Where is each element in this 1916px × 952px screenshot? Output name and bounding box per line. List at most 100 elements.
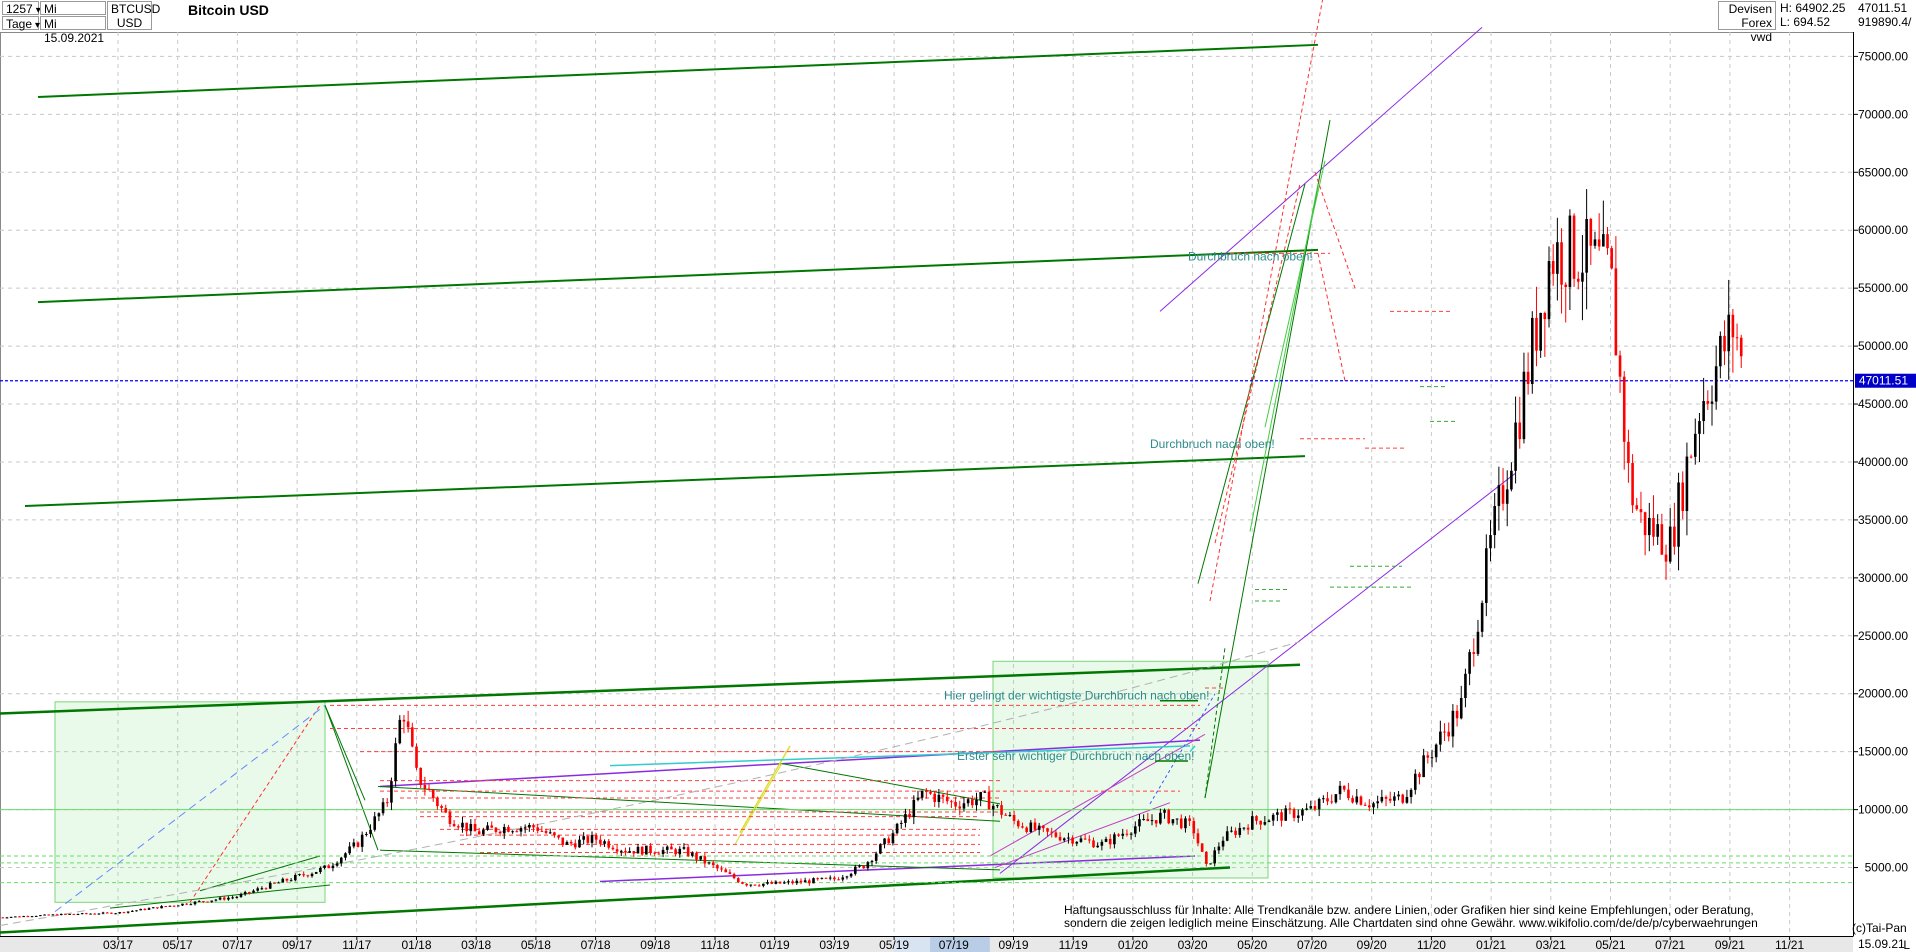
candle-body bbox=[728, 872, 732, 874]
candle-body bbox=[1150, 820, 1154, 822]
x-tick-label: 05/17 bbox=[163, 938, 193, 952]
candle-body bbox=[1125, 833, 1129, 835]
candle-body bbox=[971, 799, 974, 806]
candle-body bbox=[1413, 773, 1417, 790]
candle-body bbox=[181, 903, 184, 906]
candle-body bbox=[252, 890, 255, 893]
candle-body bbox=[649, 845, 652, 853]
candle-body bbox=[1643, 512, 1647, 536]
candle-body bbox=[749, 884, 753, 886]
candle-body bbox=[1255, 816, 1258, 821]
candle-body bbox=[1083, 838, 1087, 840]
candle-body bbox=[1121, 833, 1125, 836]
candle-body bbox=[85, 913, 88, 915]
x-tick-label: 09/21 bbox=[1715, 938, 1745, 952]
x-tick-label: 11/19 bbox=[1059, 938, 1088, 952]
candle-body bbox=[385, 802, 389, 804]
candle-body bbox=[193, 901, 197, 905]
candle-body bbox=[1075, 841, 1079, 844]
candle-body bbox=[126, 911, 130, 913]
y-tick-label: 45000.00 bbox=[1858, 397, 1908, 411]
candle-body bbox=[540, 830, 544, 832]
candle-body bbox=[1317, 798, 1321, 810]
candle-body bbox=[1447, 731, 1451, 737]
y-axis: 5000.00 10000.00 15000.00 20000.00 25000.00 3… bbox=[1853, 32, 1916, 936]
candle-body bbox=[803, 880, 807, 883]
candle-body bbox=[156, 907, 159, 909]
candle-body bbox=[795, 880, 799, 884]
candle-body bbox=[143, 908, 147, 910]
yellow-trend bbox=[739, 745, 791, 834]
candle-body bbox=[197, 901, 201, 903]
candle-body bbox=[624, 850, 627, 853]
candle-body bbox=[1016, 820, 1020, 827]
candle-body bbox=[1230, 830, 1233, 832]
candle-body bbox=[390, 781, 393, 803]
candle-body bbox=[1092, 840, 1095, 848]
x-tick-label: 01/18 bbox=[401, 938, 431, 952]
candle-body bbox=[1539, 312, 1542, 351]
candle-body bbox=[185, 903, 188, 905]
candle-body bbox=[110, 912, 113, 914]
candle-body bbox=[1200, 843, 1204, 852]
y-tick-label: 35000.00 bbox=[1858, 513, 1908, 527]
candle-body bbox=[820, 877, 824, 879]
candle-body bbox=[983, 791, 987, 793]
candle-body bbox=[941, 794, 945, 797]
candle-body bbox=[548, 832, 552, 834]
candle-body bbox=[1021, 826, 1024, 828]
candle-body bbox=[1338, 785, 1342, 795]
candle-body bbox=[486, 825, 489, 830]
candle-body bbox=[1221, 840, 1225, 847]
candle-body bbox=[536, 827, 539, 831]
candle-body bbox=[423, 784, 427, 789]
candle-body bbox=[59, 913, 63, 916]
x-tick-label: 07/21 bbox=[1655, 938, 1685, 952]
candle-body bbox=[707, 862, 711, 864]
candle-body bbox=[895, 823, 899, 834]
candle-body bbox=[431, 790, 435, 799]
candle-body bbox=[808, 880, 811, 884]
y-tick-label: 50000.00 bbox=[1858, 339, 1908, 353]
candle-body bbox=[762, 883, 765, 886]
x-tick-label: 03/19 bbox=[819, 938, 849, 952]
candle-body bbox=[260, 888, 264, 890]
candle-body bbox=[1472, 652, 1476, 654]
x-tick-label: 11/21 bbox=[1775, 938, 1804, 952]
candle-body bbox=[866, 862, 870, 869]
candle-body bbox=[427, 788, 431, 791]
candle-body bbox=[214, 899, 218, 901]
candle-body bbox=[1606, 234, 1609, 249]
candle-body bbox=[1146, 819, 1150, 822]
candle-body bbox=[757, 885, 761, 887]
candle-body bbox=[1050, 831, 1054, 833]
candle-body bbox=[1677, 482, 1680, 547]
x-tick-label: 01/21 bbox=[1476, 938, 1506, 952]
candle-body bbox=[239, 894, 243, 897]
candle-body bbox=[1117, 834, 1120, 836]
candle-body bbox=[1142, 819, 1145, 821]
candle-body bbox=[828, 877, 832, 879]
candle-body bbox=[1305, 808, 1308, 810]
candle-body bbox=[950, 801, 953, 803]
candle-body bbox=[724, 869, 728, 873]
candle-body bbox=[599, 839, 602, 844]
price-chart[interactable]: 5000.00 10000.00 15000.00 20000.00 25000.00 3… bbox=[0, 0, 1916, 952]
candle-body bbox=[816, 878, 819, 880]
candle-body bbox=[853, 866, 857, 874]
candle-body bbox=[1234, 830, 1237, 835]
y-tick-label: 40000.00 bbox=[1858, 455, 1908, 469]
candle-body bbox=[327, 865, 331, 869]
candle-body bbox=[770, 882, 774, 884]
x-tick-label: 09/17 bbox=[282, 938, 312, 952]
candle-body bbox=[189, 904, 193, 906]
candle-body bbox=[979, 792, 982, 800]
candle-body bbox=[966, 799, 970, 804]
candle-body bbox=[289, 880, 293, 882]
candle-body bbox=[101, 912, 105, 914]
candle-body bbox=[1192, 820, 1196, 834]
candle-body bbox=[578, 839, 581, 848]
candle-body bbox=[841, 877, 845, 880]
candle-body bbox=[904, 813, 907, 823]
candle-body bbox=[105, 912, 109, 914]
